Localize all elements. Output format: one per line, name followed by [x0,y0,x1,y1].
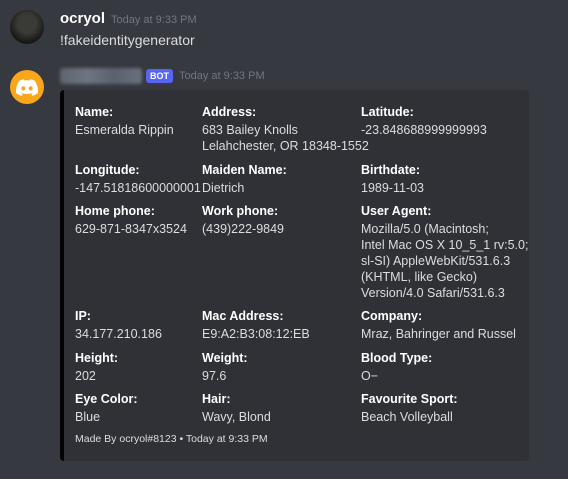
field-value: 34.177.210.186 [75,327,162,341]
field-label: IP: [75,309,91,323]
field-label: User Agent: [361,204,432,218]
message-content: !fakeidentitygenerator [60,32,195,48]
field-favourite-sport: Favourite Sport: Beach Volleyball [361,391,458,425]
field-eye-color: Eye Color: Blue [75,391,138,425]
field-value: 1989-11-03 [361,181,425,195]
field-label: Mac Address: [202,309,284,323]
field-value: Wavy, Blond [202,410,271,424]
field-maiden-name: Maiden Name: Dietrich [202,162,287,196]
field-value: -147.51818600000001 [75,181,201,195]
field-home-phone: Home phone: 629-871-8347x3524 [75,203,187,237]
field-work-phone: Work phone: (439)222-9849 [202,203,284,237]
field-value: Blue [75,410,101,424]
field-label: Home phone: [75,204,155,218]
field-value: Beach Volleyball [361,410,453,424]
field-value: 97.6 [202,369,227,383]
timestamp: Today at 9:33 PM [179,70,265,82]
field-label: Height: [75,351,119,365]
field-name: Name: Esmeralda Rippin [75,104,174,138]
field-label: Hair: [202,392,231,406]
field-label: Maiden Name: [202,163,287,177]
field-label: Eye Color: [75,392,138,406]
field-value: 629-871-8347x3524 [75,222,187,236]
field-label: Blood Type: [361,351,433,365]
discord-logo-icon [16,78,38,96]
field-blood-type: Blood Type: O− [361,350,432,384]
field-value: E9:A2:B3:08:12:EB [202,327,310,341]
field-latitude: Latitude: -23.848688999999993 [361,104,487,138]
field-label: Work phone: [202,204,279,218]
field-value: 683 Bailey Knolls Lelahchester, OR 18348… [202,123,369,153]
field-label: Company: [361,309,423,323]
field-label: Longitude: [75,163,140,177]
field-label: Latitude: [361,105,414,119]
timestamp: Today at 9:33 PM [111,14,197,26]
field-label: Name: [75,105,114,119]
field-weight: Weight: 97.6 [202,350,248,384]
field-ip: IP: 34.177.210.186 [75,308,162,342]
field-address: Address: 683 Bailey Knolls Lelahchester,… [202,104,369,154]
field-longitude: Longitude: -147.51818600000001 [75,162,201,196]
user-avatar[interactable] [10,10,44,44]
embed: Name: Esmeralda Rippin Address: 683 Bail… [60,90,529,461]
bot-header: BOT Today at 9:33 PM [60,68,265,84]
field-value: Mraz, Bahringer and Russel [361,327,516,341]
field-value: 202 [75,369,96,383]
field-company: Company: Mraz, Bahringer and Russel [361,308,516,342]
field-value: Mozilla/5.0 (Macintosh; Intel Mac OS X 1… [361,222,529,300]
field-value: Esmeralda Rippin [75,123,174,137]
field-label: Favourite Sport: [361,392,458,406]
field-birthdate: Birthdate: 1989-11-03 [361,162,424,196]
field-mac-address: Mac Address: E9:A2:B3:08:12:EB [202,308,310,342]
field-hair: Hair: Wavy, Blond [202,391,271,425]
username[interactable]: ocryol [60,10,105,27]
field-user-agent: User Agent: Mozilla/5.0 (Macintosh; Inte… [361,203,528,301]
field-value: O− [361,369,379,383]
bot-avatar[interactable] [10,70,44,104]
field-value: -23.848688999999993 [361,123,487,137]
field-label: Address: [202,105,257,119]
field-height: Height: 202 [75,350,118,384]
field-label: Birthdate: [361,163,421,177]
bot-username-redacted[interactable] [60,68,142,84]
field-value: Dietrich [202,181,245,195]
field-label: Weight: [202,351,248,365]
field-value: (439)222-9849 [202,222,285,236]
embed-footer: Made By ocryol#8123 • Today at 9:33 PM [75,433,268,445]
bot-tag: BOT [146,69,173,83]
